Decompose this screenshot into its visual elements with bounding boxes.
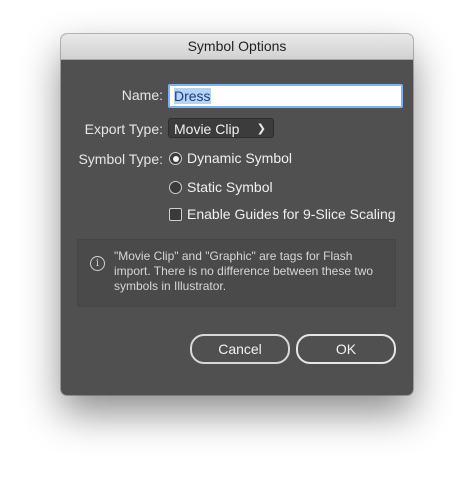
name-input[interactable]: Dress (168, 84, 403, 108)
dialog-title: Symbol Options (61, 34, 413, 60)
static-symbol-radio[interactable] (169, 181, 182, 194)
ok-button[interactable]: OK (296, 334, 396, 364)
symbol-type-label: Symbol Type: (78, 151, 163, 167)
info-text: "Movie Clip" and "Graphic" are tags for … (114, 249, 374, 293)
info-panel: i "Movie Clip" and "Graphic" are tags fo… (77, 239, 396, 307)
dynamic-symbol-radio[interactable] (169, 152, 182, 165)
enable-guides-checkbox[interactable] (169, 208, 182, 221)
name-input-value: Dress (174, 88, 211, 104)
name-label: Name: (121, 87, 163, 103)
export-type-select[interactable]: Movie Clip ❯ (168, 118, 274, 138)
cancel-button[interactable]: Cancel (190, 334, 290, 364)
info-icon: i (90, 256, 105, 271)
export-type-label: Export Type: (84, 121, 163, 137)
enable-guides-label[interactable]: Enable Guides for 9-Slice Scaling (187, 206, 396, 222)
static-symbol-label[interactable]: Static Symbol (187, 179, 273, 195)
chevron-down-icon: ❯ (256, 123, 266, 135)
export-type-value: Movie Clip (174, 121, 240, 137)
dynamic-symbol-label[interactable]: Dynamic Symbol (187, 150, 292, 166)
symbol-options-dialog: Symbol Options Name: Dress Export Type: … (61, 34, 413, 395)
